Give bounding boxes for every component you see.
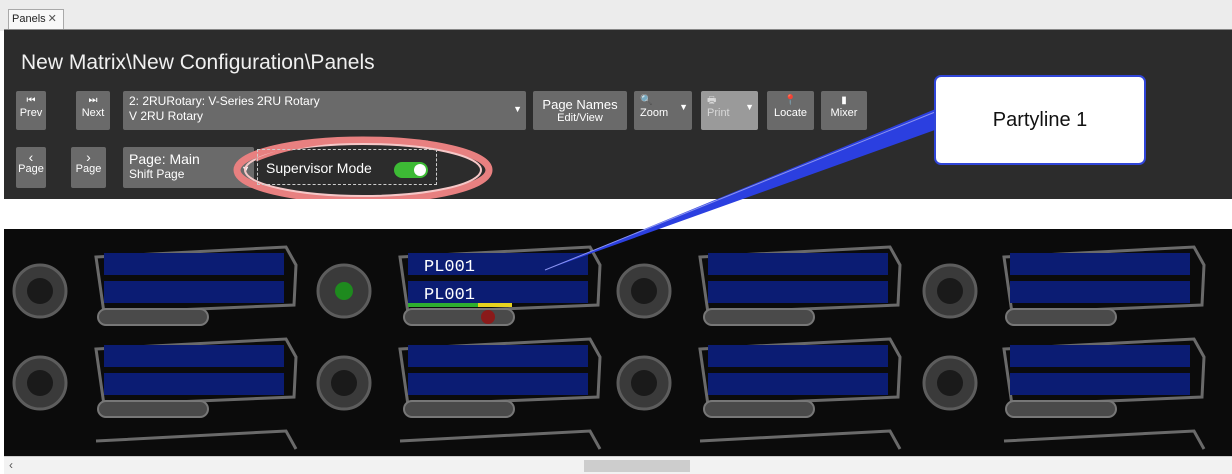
callout-text: Partyline 1: [992, 109, 1088, 131]
callout-pointer: [544, 108, 946, 271]
callout-box: Partyline 1: [934, 75, 1146, 165]
